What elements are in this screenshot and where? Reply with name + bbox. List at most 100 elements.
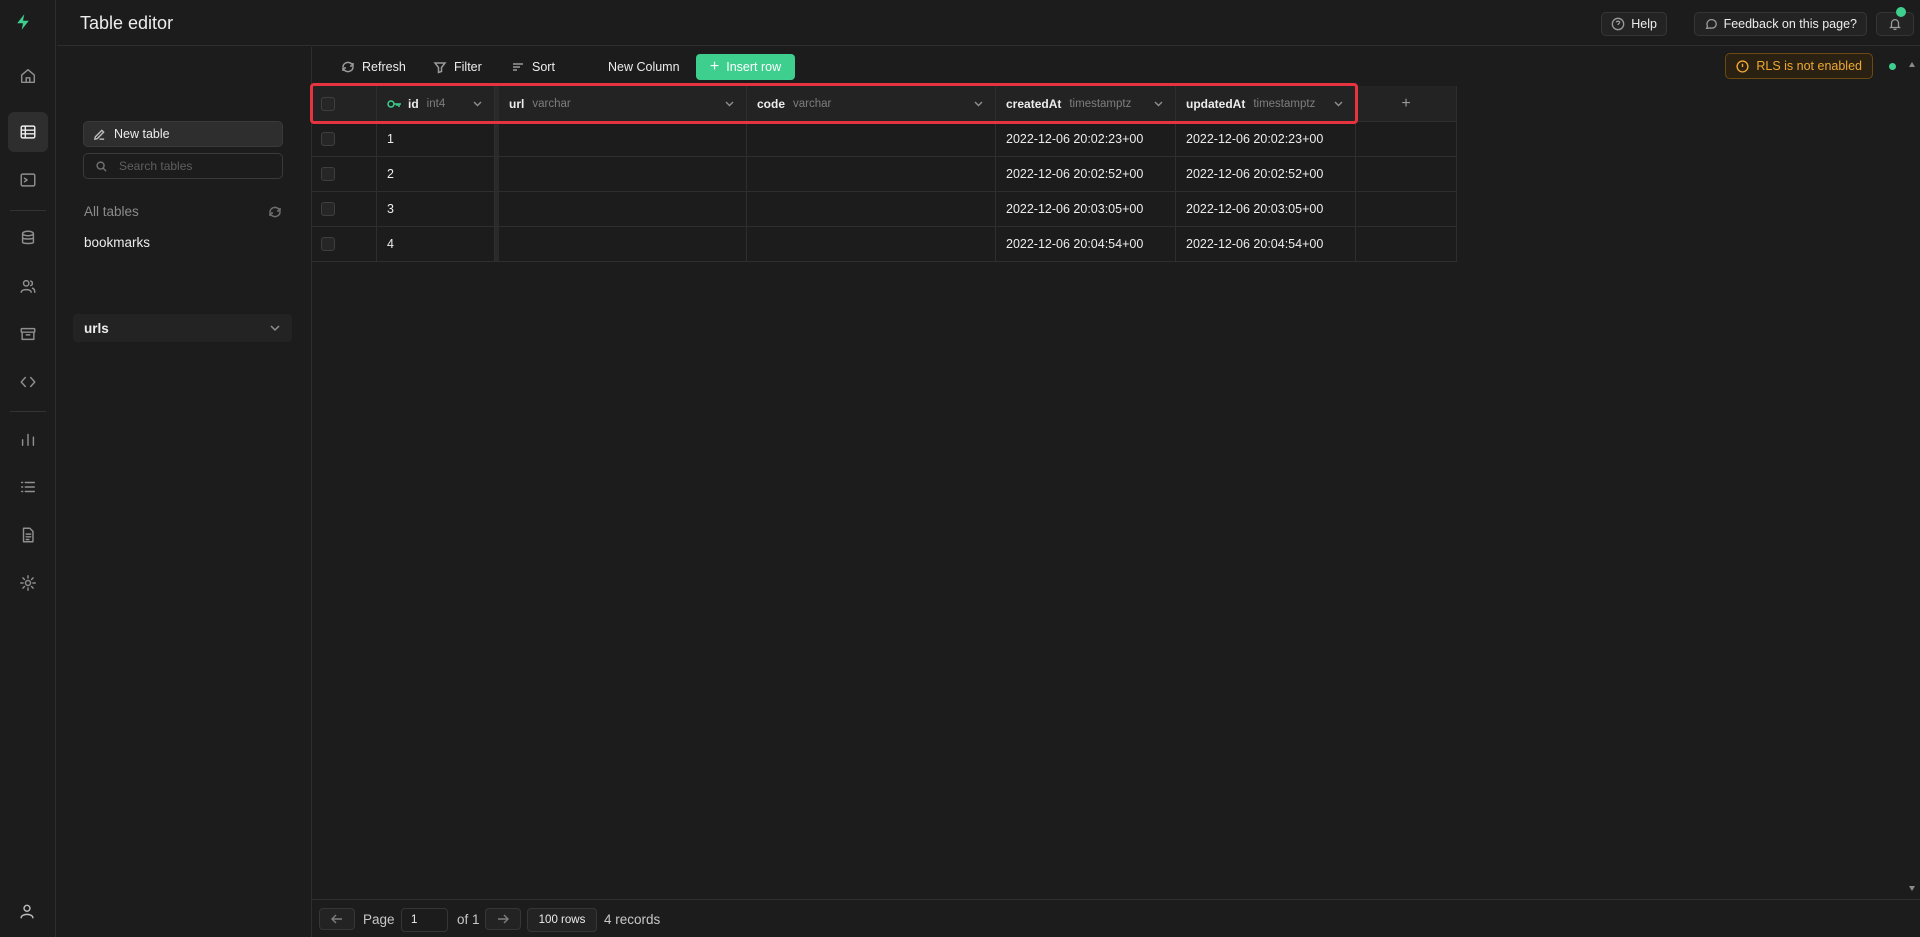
rows-per-page-button[interactable]: 100 rows bbox=[527, 908, 597, 932]
cell-createdAt[interactable]: 2022-12-06 20:02:52+00 bbox=[996, 157, 1176, 191]
top-header: Table editor Help Feedback on this page? bbox=[57, 0, 1920, 46]
storage-icon[interactable] bbox=[8, 314, 48, 354]
icon-rail bbox=[0, 0, 56, 937]
chevron-down-icon[interactable] bbox=[1334, 100, 1343, 107]
add-column-button[interactable]: + bbox=[1356, 86, 1457, 121]
pagination-footer: Page of 1 100 rows 4 records bbox=[312, 899, 1920, 937]
cell-code[interactable] bbox=[747, 227, 996, 261]
help-button[interactable]: Help bbox=[1601, 12, 1667, 36]
scroll-up-arrow-icon[interactable] bbox=[1909, 62, 1915, 67]
rls-warning-badge[interactable]: RLS is not enabled bbox=[1725, 53, 1873, 79]
arrow-right-icon bbox=[498, 914, 509, 924]
new-column-button[interactable]: New Column bbox=[608, 56, 680, 78]
feedback-button[interactable]: Feedback on this page? bbox=[1693, 12, 1867, 36]
logs-list-icon[interactable] bbox=[8, 467, 48, 507]
cell-updatedAt[interactable]: 2022-12-06 20:04:54+00 bbox=[1176, 227, 1356, 261]
row-checkbox[interactable] bbox=[321, 237, 335, 251]
search-tables-input[interactable] bbox=[119, 159, 269, 173]
data-grid: id int4 url varchar code varchar created… bbox=[312, 86, 1457, 262]
cell-updatedAt[interactable]: 2022-12-06 20:03:05+00 bbox=[1176, 192, 1356, 226]
cell-empty bbox=[1356, 157, 1457, 191]
user-account-icon[interactable] bbox=[18, 902, 38, 922]
next-page-button[interactable] bbox=[485, 908, 521, 930]
help-label: Help bbox=[1631, 17, 1657, 31]
column-header-createdAt[interactable]: createdAt timestamptz bbox=[996, 86, 1176, 121]
database-icon[interactable] bbox=[8, 218, 48, 258]
row-checkbox[interactable] bbox=[321, 167, 335, 181]
api-code-icon[interactable] bbox=[8, 362, 48, 402]
column-header-id[interactable]: id int4 bbox=[377, 86, 495, 121]
cell-code[interactable] bbox=[747, 192, 996, 226]
table-item-bookmarks[interactable]: bookmarks bbox=[84, 235, 150, 250]
chevron-down-icon[interactable] bbox=[974, 100, 983, 107]
table-row: 4 2022-12-06 20:04:54+00 2022-12-06 20:0… bbox=[312, 227, 1457, 262]
column-name: url bbox=[509, 96, 525, 111]
scroll-down-arrow-icon[interactable] bbox=[1909, 886, 1915, 891]
schema-label: urls bbox=[84, 320, 109, 336]
cell-url[interactable] bbox=[495, 192, 747, 226]
row-checkbox[interactable] bbox=[321, 132, 335, 146]
search-tables-field[interactable] bbox=[83, 153, 283, 179]
cell-createdAt[interactable]: 2022-12-06 20:04:54+00 bbox=[996, 227, 1176, 261]
table-editor-icon[interactable] bbox=[8, 112, 48, 152]
plus-icon: + bbox=[709, 58, 720, 75]
notification-dot bbox=[1896, 7, 1906, 17]
column-header-code[interactable]: code varchar bbox=[747, 86, 996, 121]
vertical-scrollbar[interactable] bbox=[1904, 47, 1920, 899]
cell-id[interactable]: 4 bbox=[377, 227, 495, 261]
search-icon bbox=[96, 160, 107, 172]
cell-createdAt[interactable]: 2022-12-06 20:02:23+00 bbox=[996, 122, 1176, 156]
cell-createdAt[interactable]: 2022-12-06 20:03:05+00 bbox=[996, 192, 1176, 226]
sort-label: Sort bbox=[532, 60, 555, 74]
new-table-label: New table bbox=[114, 127, 170, 141]
refresh-tables-icon[interactable] bbox=[268, 205, 282, 219]
sort-button[interactable]: Sort bbox=[511, 56, 555, 78]
all-tables-heading: All tables bbox=[84, 204, 139, 219]
column-type: timestamptz bbox=[1253, 97, 1316, 110]
cell-url[interactable] bbox=[495, 227, 747, 261]
status-dot bbox=[1889, 63, 1896, 70]
row-checkbox[interactable] bbox=[321, 202, 335, 216]
table-list-panel: New table All tables bookmarks urls bbox=[57, 47, 312, 937]
chevron-down-icon[interactable] bbox=[1154, 100, 1163, 107]
cell-updatedAt[interactable]: 2022-12-06 20:02:52+00 bbox=[1176, 157, 1356, 191]
cell-empty bbox=[1356, 227, 1457, 261]
insert-row-button[interactable]: + Insert row bbox=[696, 54, 795, 80]
records-count: 4 records bbox=[604, 912, 661, 927]
chevron-down-icon[interactable] bbox=[725, 100, 734, 107]
page-number-input[interactable] bbox=[401, 908, 448, 932]
cell-id[interactable]: 3 bbox=[377, 192, 495, 226]
cell-id[interactable]: 2 bbox=[377, 157, 495, 191]
previous-page-button[interactable] bbox=[319, 908, 355, 930]
refresh-button[interactable]: Refresh bbox=[341, 56, 406, 78]
reports-chart-icon[interactable] bbox=[8, 419, 48, 459]
chevron-down-icon[interactable] bbox=[473, 100, 482, 107]
new-table-button[interactable]: New table bbox=[83, 121, 283, 147]
feedback-label: Feedback on this page? bbox=[1723, 17, 1857, 31]
filter-button[interactable]: Filter bbox=[433, 56, 482, 78]
grid-header-row: id int4 url varchar code varchar created… bbox=[312, 86, 1457, 122]
column-header-updatedAt[interactable]: updatedAt timestamptz bbox=[1176, 86, 1356, 121]
settings-gear-icon[interactable] bbox=[8, 563, 48, 603]
cell-updatedAt[interactable]: 2022-12-06 20:02:23+00 bbox=[1176, 122, 1356, 156]
cell-url[interactable] bbox=[495, 122, 747, 156]
arrow-left-icon bbox=[331, 914, 342, 924]
notifications-button[interactable] bbox=[1876, 12, 1914, 36]
column-type: varchar bbox=[793, 97, 832, 110]
cell-code[interactable] bbox=[747, 157, 996, 191]
schema-selector[interactable]: urls bbox=[73, 314, 292, 342]
home-icon[interactable] bbox=[8, 56, 48, 96]
new-column-label: New Column bbox=[608, 60, 680, 74]
supabase-logo-icon[interactable] bbox=[14, 13, 42, 41]
filter-label: Filter bbox=[454, 60, 482, 74]
cell-code[interactable] bbox=[747, 122, 996, 156]
column-header-url[interactable]: url varchar bbox=[495, 86, 747, 121]
select-all-checkbox[interactable] bbox=[321, 96, 335, 111]
sql-editor-icon[interactable] bbox=[8, 160, 48, 200]
cell-url[interactable] bbox=[495, 157, 747, 191]
column-name: id bbox=[408, 96, 419, 111]
cell-id[interactable]: 1 bbox=[377, 122, 495, 156]
docs-file-icon[interactable] bbox=[8, 515, 48, 555]
filter-icon bbox=[433, 62, 447, 74]
users-icon[interactable] bbox=[8, 266, 48, 306]
